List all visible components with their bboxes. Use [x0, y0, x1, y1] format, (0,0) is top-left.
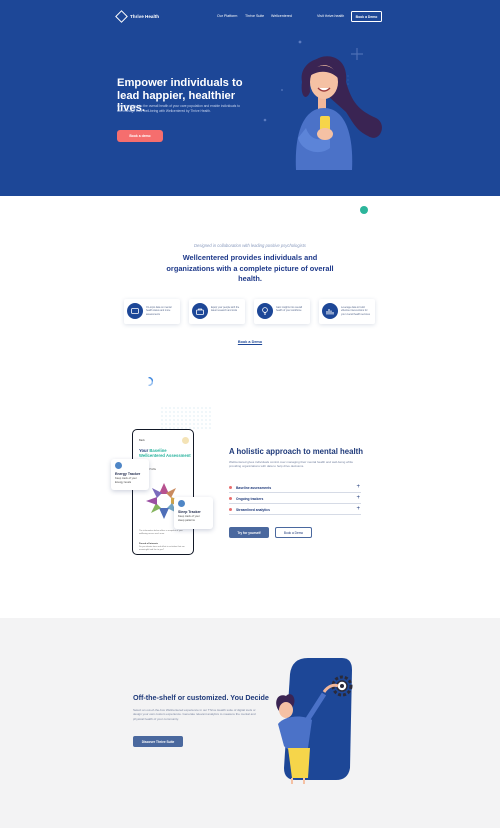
logo-icon [115, 10, 128, 23]
feature-card-text: On-topic data on mental health status an… [146, 306, 172, 316]
brand-name: Thrive Health [130, 14, 160, 19]
decorative-spinner-icon [148, 377, 153, 386]
holistic-title: A holistic approach to mental health [229, 447, 364, 456]
accordion-label: Streamlined analytics [236, 507, 270, 512]
features-eyebrow: Designed in collaboration with leading p… [194, 243, 306, 248]
customize-title: Off-the-shelf or customized. You Decide [133, 693, 269, 702]
accordion-label: Baseline assessments [236, 485, 272, 490]
feature-card: Gain insights into overall health of you… [254, 299, 310, 324]
feature-card-text: Leverage data to build effective interve… [341, 306, 370, 316]
plus-icon[interactable]: + [356, 506, 360, 512]
sleep-tracker-card: Sleep Tracker Keep track of your sleep p… [174, 497, 213, 529]
energy-tracker-desc: Keep track of your Energy levels [115, 477, 137, 484]
feature-card: Leverage data to build effective interve… [319, 299, 375, 324]
brand-logo[interactable]: Thrive Health [115, 10, 160, 23]
phone-avatar [182, 437, 189, 444]
plus-icon[interactable]: + [356, 484, 360, 490]
decorative-dot [360, 206, 368, 214]
feature-card-text: Gain insights into overall health of you… [276, 306, 303, 313]
phone-mockup: Back Your Baseline Wellcentered Assessme… [132, 429, 194, 555]
phone-title: Your Baseline Wellcentered Assessment [139, 448, 191, 459]
chat-icon [127, 303, 143, 319]
customize-description: Select an out-of-the-box Wellcentered ex… [133, 708, 256, 721]
phone-back-link[interactable]: Back [139, 439, 145, 442]
bag-icon [192, 303, 208, 319]
hero-section: Thrive Health Our Platform Thrive Suite … [0, 0, 500, 196]
feature-card: Equip your people with the latest resear… [189, 299, 245, 324]
bulb-icon [257, 303, 273, 319]
sleep-tracker-title: Sleep Tracker [178, 510, 201, 514]
book-demo-link[interactable]: Book a Demo [0, 340, 500, 344]
energy-tracker-card: Energy Tracker Keep track of your Energy… [111, 459, 149, 490]
try-for-yourself-button[interactable]: Try for yourself [229, 527, 269, 538]
chart-icon [322, 303, 338, 319]
sleep-tracker-desc: Keep track of your sleep patterns [178, 515, 200, 522]
nav-link-wellcentered[interactable]: Wellcentered [271, 14, 292, 18]
customize-illustration [276, 658, 353, 784]
customize-section: Off-the-shelf or customized. You Decide … [0, 618, 500, 828]
plus-icon[interactable]: + [356, 495, 360, 501]
holistic-description: Wellcentered gives individuals control o… [229, 460, 354, 469]
energy-tracker-title: Energy Tracker [115, 472, 141, 476]
book-demo-button[interactable]: Book a Demo [351, 11, 382, 22]
feature-card-text: Equip your people with the latest resear… [211, 306, 240, 313]
phone-description: The information below offers a snapshot … [139, 530, 183, 535]
nav-link-visit-thrive[interactable]: Visit thrive.health [317, 14, 344, 18]
phone-section: Pursuit of Interests Do you devote time … [139, 543, 189, 552]
sleep-icon [178, 500, 185, 507]
nav-link-thrive-suite[interactable]: Thrive Suite [245, 14, 264, 18]
feature-card: On-topic data on mental health status an… [124, 299, 180, 324]
accordion-item[interactable]: Streamlined analytics + [229, 505, 361, 515]
book-demo-outline-button[interactable]: Book a Demo [275, 527, 312, 538]
accordion-item[interactable]: Baseline assessments + [229, 483, 361, 493]
hero-body: Gain insights into the overall health of… [117, 104, 240, 113]
hero-illustration [295, 56, 382, 170]
bullet-icon [229, 508, 233, 512]
energy-icon [115, 462, 122, 469]
bullet-icon [229, 497, 233, 501]
accordion-label: Ongoing trackers [236, 496, 264, 501]
phone-section-text: Do you devote time and effort to activit… [139, 546, 185, 551]
bullet-icon [229, 486, 233, 490]
accordion-item[interactable]: Ongoing trackers + [229, 494, 361, 504]
features-headline: Wellcentered provides individuals and or… [166, 253, 334, 283]
nav-link-our-platform[interactable]: Our Platform [217, 14, 237, 18]
discover-thrive-suite-button[interactable]: Discover Thrive Suite [133, 736, 183, 747]
hero-cta-button[interactable]: Book a demo [117, 130, 163, 142]
